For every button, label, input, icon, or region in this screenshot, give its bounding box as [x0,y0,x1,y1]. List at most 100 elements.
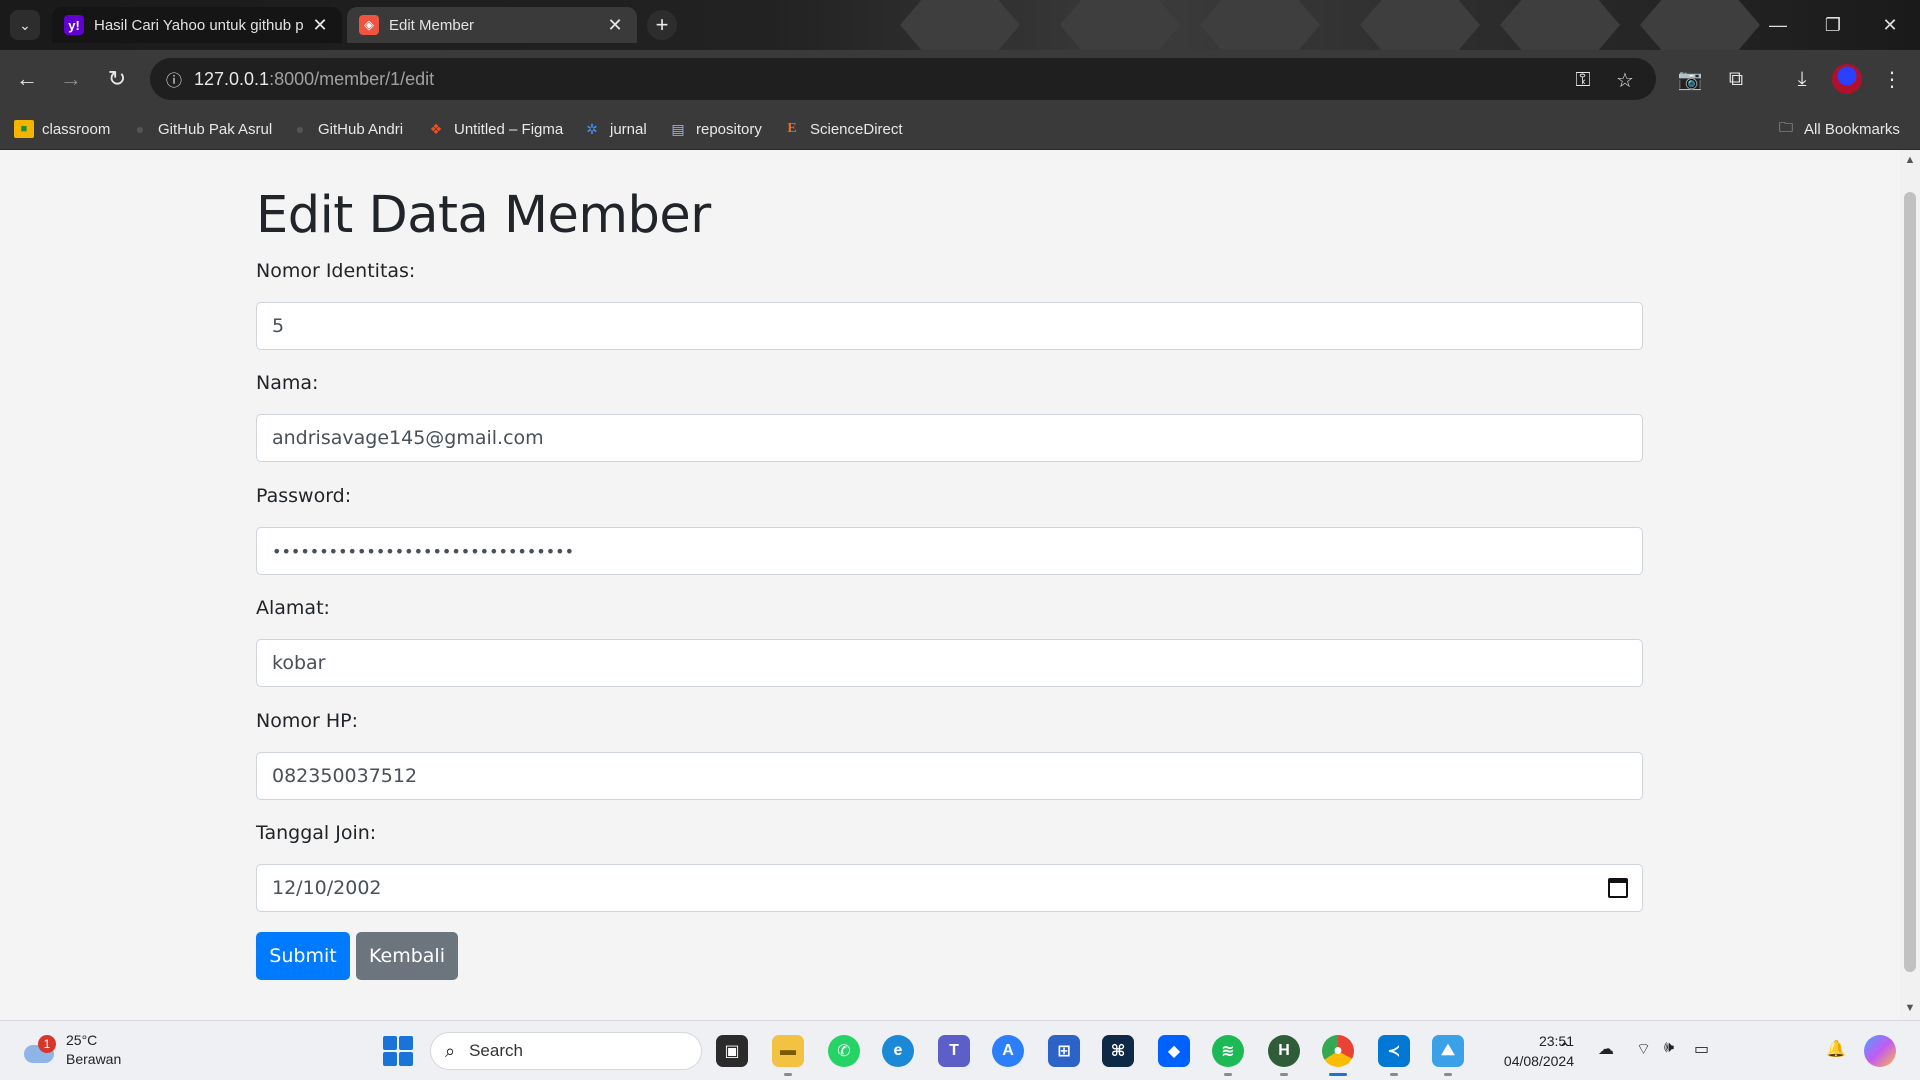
password-input[interactable]: •••••••••••••••••••••••••••••••• [256,527,1643,575]
submit-button[interactable]: Submit [256,932,350,980]
download-icon[interactable]: ⤓ [1786,64,1818,94]
bookmark-label: classroom [42,120,111,138]
date-value: 12/10/2002 [272,877,382,899]
mysql-workbench-icon[interactable]: ⌘ [1102,1035,1134,1067]
bookmark-label: jurnal [610,120,647,138]
classroom-icon: ■ [14,120,34,138]
browser-tab-strip: ⌄ y! Hasil Cari Yahoo untuk github p ✕ ◈… [0,0,1920,50]
minimize-button[interactable]: — [1758,10,1798,40]
address-bar[interactable]: ⓘ 127.0.0.1:8000/member/1/edit ⚿ ☆ [150,58,1656,100]
back-button[interactable]: ← [12,64,42,94]
whatsapp-icon[interactable]: ✆ [828,1035,860,1067]
address-url: 127.0.0.1:8000/member/1/edit [194,68,435,89]
close-tab-icon[interactable]: ✕ [605,15,625,36]
field-nomor-identitas: Nomor Identitas: 5 [256,260,1643,350]
extensions-icon[interactable]: ⧉ [1720,64,1752,94]
nomor-identitas-input[interactable]: 5 [256,302,1643,350]
nomor-hp-input[interactable]: 082350037512 [256,752,1643,800]
bookmark-figma[interactable]: ❖ Untitled – Figma [426,118,564,140]
close-window-button[interactable]: ✕ [1870,10,1910,40]
menu-icon[interactable]: ⋮ [1876,64,1908,94]
bookmark-sciencedirect[interactable]: E ScienceDirect [782,118,902,140]
bookmark-classroom[interactable]: ■ classroom [14,118,110,140]
bookmark-jurnal[interactable]: ✲ jurnal [582,118,647,140]
close-tab-icon[interactable]: ✕ [310,15,330,36]
tanggal-join-input[interactable]: 12/10/2002 [256,864,1643,912]
field-alamat: Alamat: kobar [256,597,1643,687]
field-label: Password: [256,485,352,507]
field-nomor-hp: Nomor HP: 082350037512 [256,710,1643,800]
arrow-right-icon: → [60,66,82,91]
microsoft-store-icon[interactable]: ⊞ [1048,1035,1080,1067]
taskbar-search[interactable]: ⌕ Search [430,1032,702,1070]
heidisql-icon[interactable]: H [1268,1035,1300,1067]
bookmark-github-pak-asrul[interactable]: ● GitHub Pak Asrul [130,118,272,140]
volume-icon[interactable]: 🕪 [1664,1039,1674,1057]
bookmarks-bar: ■ classroom ● GitHub Pak Asrul ● GitHub … [0,108,1920,150]
all-bookmarks-label: All Bookmarks [1804,120,1900,138]
password-key-icon[interactable]: ⚿ [1570,67,1596,93]
plus-icon: + [655,12,669,37]
scroll-down-icon[interactable]: ▼ [1900,1002,1920,1014]
wifi-icon[interactable]: ⌔ [1636,1039,1651,1059]
edge-icon[interactable]: e [882,1035,914,1067]
site-info-icon[interactable]: ⓘ [154,67,194,91]
page-viewport: Edit Data Member Nomor Identitas: 5 Nama… [0,150,1900,1020]
kembali-button[interactable]: Kembali [356,932,458,980]
file-icon: ▤ [671,120,685,137]
cloud-icon: 1 [20,1035,56,1065]
figma-icon: ❖ [429,120,443,137]
file-explorer-icon[interactable]: ▬ [772,1035,804,1067]
field-label: Nomor HP: [256,710,358,732]
bookmark-github-andri[interactable]: ● GitHub Andri [290,118,403,140]
photos-icon[interactable]: ⛰ [1432,1035,1464,1067]
teams-icon[interactable]: T [938,1035,970,1067]
new-tab-button[interactable]: + [647,10,677,40]
browser-toolbar: ← → ↻ ⓘ 127.0.0.1:8000/member/1/edit ⚿ ☆… [0,50,1920,108]
camera-icon[interactable]: 📷 [1674,64,1706,94]
tab-search-button[interactable]: ⌄ [10,10,40,40]
forward-button[interactable]: → [56,64,86,94]
bookmark-repository[interactable]: ▤ repository [668,118,762,140]
start-button[interactable] [383,1036,413,1066]
search-icon: ⌕ [445,1040,456,1061]
weather-condition: Berawan [66,1051,122,1067]
chrome-icon[interactable]: ● [1322,1035,1354,1067]
reload-icon: ↻ [107,66,127,91]
scrollbar-thumb[interactable] [1904,192,1916,972]
spotify-icon[interactable]: ≋ [1212,1035,1244,1067]
copilot-icon[interactable] [1864,1035,1896,1067]
windows-taskbar: 1 25°C Berawan ⌕ Search ▣ ▬ ✆ e T A ⊞ ⌘ … [0,1020,1920,1080]
all-bookmarks-button[interactable]: 🗀 All Bookmarks [1776,118,1900,140]
restore-button[interactable]: ❐ [1813,10,1853,40]
calendar-icon[interactable] [1608,878,1628,898]
system-clock[interactable]: 23:51 04/08/2024 [1484,1031,1574,1071]
tab-yahoo-search[interactable]: y! Hasil Cari Yahoo untuk github p ✕ [52,7,342,43]
battery-icon[interactable]: ▭ [1694,1039,1709,1059]
app-store-icon[interactable]: A [992,1035,1024,1067]
tab-edit-member[interactable]: ◈ Edit Member ✕ [347,7,637,43]
onedrive-icon[interactable]: ☁ [1598,1039,1614,1059]
bookmark-label: GitHub Pak Asrul [158,120,273,138]
weather-widget[interactable]: 1 25°C Berawan [20,1031,121,1069]
dropbox-icon[interactable]: ◆ [1158,1035,1190,1067]
bookmark-star-icon[interactable]: ☆ [1612,67,1638,93]
clock-date: 04/08/2024 [1503,1053,1574,1069]
task-view-icon[interactable]: ▣ [716,1035,748,1067]
bookmark-label: repository [696,120,762,138]
notification-badge: 1 [38,1035,56,1053]
yahoo-icon: y! [64,15,84,35]
vscode-icon[interactable]: ≺ [1378,1035,1410,1067]
chevron-down-icon: ⌄ [19,16,31,33]
vertical-scrollbar[interactable]: ▲ ▼ [1900,150,1920,1020]
scroll-up-icon[interactable]: ▲ [1900,154,1920,166]
field-label: Nama: [256,372,319,394]
field-label: Nomor Identitas: [256,260,416,282]
alamat-input[interactable]: kobar [256,639,1643,687]
notification-bell-icon[interactable]: 🔔 [1826,1039,1846,1059]
tab-title: Hasil Cari Yahoo untuk github p [94,16,304,34]
arrow-left-icon: ← [16,66,38,91]
avatar[interactable] [1832,64,1862,94]
reload-button[interactable]: ↻ [102,64,132,94]
nama-input[interactable]: andrisavage145@gmail.com [256,414,1643,462]
